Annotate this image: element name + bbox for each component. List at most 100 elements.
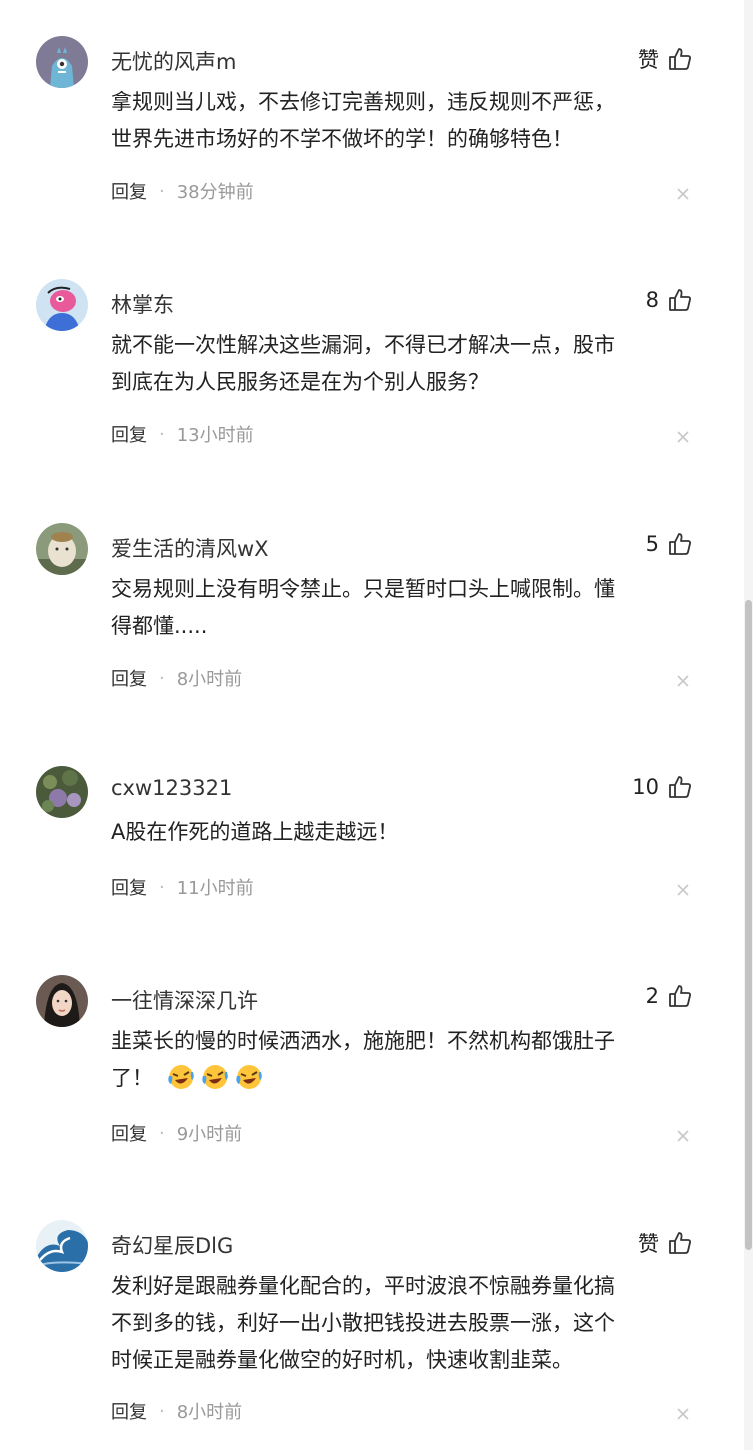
comment-line: 世界先进市场好的不学不做坏的学！的确够特色！ [111, 127, 573, 151]
comment-line-text: 了！ [111, 1066, 153, 1090]
like-button[interactable]: 赞 [638, 1228, 693, 1258]
timestamp: 9小时前 [176, 1124, 243, 1145]
thumbs-up-icon [669, 985, 691, 1007]
like-count: 5 [645, 532, 659, 556]
like-count: 赞 [638, 48, 659, 72]
comment-line: 拿规则当儿戏，不去修订完善规则，违反规则不严惩， [111, 90, 615, 114]
meta-separator: · [159, 1400, 165, 1422]
username[interactable]: cxw123321 [111, 776, 232, 800]
avatar[interactable] [36, 36, 88, 88]
timestamp: 13小时前 [176, 425, 254, 446]
avatar[interactable] [36, 1220, 88, 1272]
username[interactable]: 一往情深深几许 [111, 985, 258, 1015]
meta-separator: · [159, 1122, 165, 1144]
reply-button[interactable]: 回复 [111, 1120, 147, 1146]
close-button[interactable] [675, 1406, 691, 1422]
like-button[interactable]: 5 [646, 531, 693, 557]
thumbs-up-icon [669, 1232, 691, 1254]
close-icon [677, 1408, 689, 1420]
comment-line: 了！ [111, 1060, 711, 1097]
reply-button[interactable]: 回复 [111, 874, 147, 900]
avatar[interactable] [36, 279, 88, 331]
comment-meta: 回复 · 38分钟前 [111, 178, 254, 204]
username[interactable]: 爱生活的清风wX [111, 533, 269, 563]
avatar-flowers-icon [36, 766, 88, 818]
thumbs-up-icon [669, 48, 691, 70]
meta-separator: · [159, 423, 165, 445]
comment-item: 林掌东 8 就不能一次性解决这些漏洞，不得已才解决一点，股市 到底在为人民服务还… [0, 279, 753, 479]
timestamp: 8小时前 [176, 669, 243, 690]
comment-text: 交易规则上没有明令禁止。只是暂时口头上喊限制。懂 得都懂..... [111, 571, 711, 645]
username[interactable]: 无忧的风声m [111, 46, 236, 76]
reply-button[interactable]: 回复 [111, 1398, 147, 1424]
comment-line: 发利好是跟融券量化配合的，平时波浪不惊融券量化搞 [111, 1274, 615, 1298]
avatar[interactable] [36, 975, 88, 1027]
avatar-photo-icon [36, 523, 88, 575]
like-count: 8 [645, 288, 659, 312]
reply-button[interactable]: 回复 [111, 178, 147, 204]
comment-meta: 回复 · 9小时前 [111, 1120, 242, 1146]
comment-text: 拿规则当儿戏，不去修订完善规则，违反规则不严惩， 世界先进市场好的不学不做坏的学… [111, 84, 711, 158]
comment-line: 得都懂..... [111, 614, 208, 638]
comment-text: 发利好是跟融券量化配合的，平时波浪不惊融券量化搞 不到多的钱，利好一出小散把钱投… [111, 1268, 711, 1379]
timestamp: 11小时前 [176, 878, 254, 899]
comment-line: 交易规则上没有明令禁止。只是暂时口头上喊限制。懂 [111, 577, 615, 601]
like-count: 赞 [638, 1232, 659, 1256]
timestamp: 8小时前 [176, 1402, 243, 1423]
username[interactable]: 林掌东 [111, 289, 174, 319]
close-icon [677, 884, 689, 896]
laughing-crying-emoji-icon [168, 1064, 194, 1089]
comment-meta: 回复 · 8小时前 [111, 665, 242, 691]
reply-button[interactable]: 回复 [111, 665, 147, 691]
thumbs-up-icon [669, 776, 691, 798]
avatar-wave-icon [36, 1220, 88, 1272]
close-button[interactable] [675, 186, 691, 202]
timestamp: 38分钟前 [176, 182, 254, 203]
meta-separator: · [159, 876, 165, 898]
close-icon [677, 188, 689, 200]
avatar[interactable] [36, 766, 88, 818]
comment-item: 一往情深深几许 2 韭菜长的慢的时候洒洒水，施施肥！不然机构都饿肚子 了！ 回复… [0, 975, 753, 1175]
avatar-portrait-icon [36, 975, 88, 1027]
comment-item: 爱生活的清风wX 5 交易规则上没有明令禁止。只是暂时口头上喊限制。懂 得都懂.… [0, 523, 753, 723]
scrollbar-track[interactable] [744, 0, 753, 1450]
close-button[interactable] [675, 673, 691, 689]
comment-item: 无忧的风声m 赞 拿规则当儿戏，不去修订完善规则，违反规则不严惩， 世界先进市场… [0, 36, 753, 236]
laughing-crying-emoji-icon [202, 1064, 228, 1089]
thumbs-up-icon [669, 289, 691, 311]
like-button[interactable]: 10 [632, 774, 693, 800]
comment-line: A股在作死的道路上越走越远！ [111, 820, 399, 844]
like-count: 10 [632, 775, 659, 799]
comment-item: cxw123321 10 A股在作死的道路上越走越远！ 回复 · 11小时前 [0, 766, 753, 926]
reply-button[interactable]: 回复 [111, 421, 147, 447]
like-count: 2 [645, 984, 659, 1008]
like-button[interactable]: 8 [646, 287, 693, 313]
close-icon [677, 675, 689, 687]
comment-item: 奇幻星辰DlG 赞 发利好是跟融券量化配合的，平时波浪不惊融券量化搞 不到多的钱… [0, 1220, 753, 1450]
close-button[interactable] [675, 429, 691, 445]
avatar-robot-icon [36, 36, 88, 88]
close-button[interactable] [675, 1128, 691, 1144]
comment-line: 就不能一次性解决这些漏洞，不得已才解决一点，股市 [111, 333, 615, 357]
username[interactable]: 奇幻星辰DlG [111, 1230, 233, 1260]
laughing-crying-emoji-icon [236, 1064, 262, 1089]
close-button[interactable] [675, 882, 691, 898]
comment-text: A股在作死的道路上越走越远！ [111, 814, 711, 851]
comment-line: 时候正是融券量化做空的好时机，快速收割韭菜。 [111, 1348, 573, 1372]
close-icon [677, 431, 689, 443]
like-button[interactable]: 赞 [638, 44, 693, 74]
close-icon [677, 1130, 689, 1142]
thumbs-up-icon [669, 533, 691, 555]
scrollbar-thumb[interactable] [745, 600, 752, 1250]
comment-meta: 回复 · 13小时前 [111, 421, 254, 447]
comment-line: 不到多的钱，利好一出小散把钱投进去股票一涨，这个 [111, 1311, 615, 1335]
comment-line: 韭菜长的慢的时候洒洒水，施施肥！不然机构都饿肚子 [111, 1029, 615, 1053]
comment-text: 韭菜长的慢的时候洒洒水，施施肥！不然机构都饿肚子 了！ [111, 1023, 711, 1097]
avatar-cartoon-icon [36, 279, 88, 331]
comment-meta: 回复 · 11小时前 [111, 874, 254, 900]
comment-line: 到底在为人民服务还是在为个别人服务？ [111, 370, 489, 394]
meta-separator: · [159, 667, 165, 689]
like-button[interactable]: 2 [646, 983, 693, 1009]
meta-separator: · [159, 180, 165, 202]
avatar[interactable] [36, 523, 88, 575]
